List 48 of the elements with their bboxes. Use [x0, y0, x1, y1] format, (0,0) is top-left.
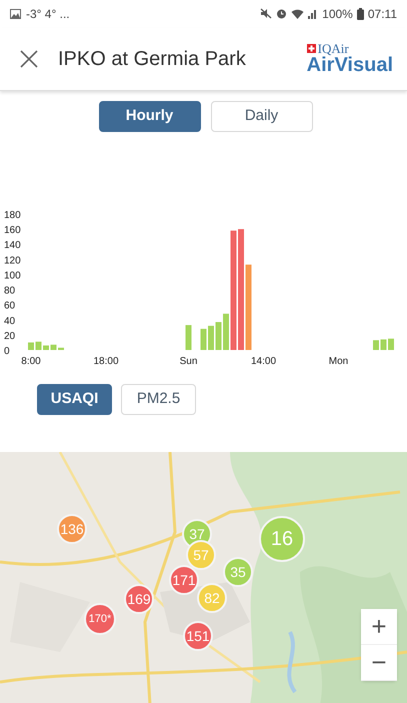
close-button[interactable] [18, 48, 40, 70]
brand-name: AirVisual [306, 55, 393, 76]
tab[interactable]: USAQI [37, 384, 112, 416]
tab[interactable]: Daily [210, 101, 312, 132]
axis-label: Sun [180, 356, 198, 368]
axis-label: 180 [4, 210, 21, 222]
tab[interactable]: Hourly [98, 101, 200, 132]
bar [36, 342, 42, 350]
bar [216, 322, 222, 350]
axis-label: 40 [4, 316, 16, 327]
battery-icon [356, 8, 364, 20]
bar [373, 340, 379, 350]
bar [186, 325, 192, 350]
axis-label: Mon [328, 356, 348, 368]
signal-icon [308, 8, 318, 20]
station-title: IPKO at Germia Park [58, 46, 247, 72]
axis-label: 120 [4, 256, 21, 267]
axis-label: 8:00 [21, 356, 41, 368]
clock-text: 07:11 [368, 6, 397, 23]
bar [28, 342, 34, 350]
tab[interactable]: PM2.5 [121, 384, 196, 416]
battery-percent: 100% [322, 6, 353, 23]
weather-text: -3° 4° ... [26, 6, 70, 23]
axis-label: 60 [4, 300, 16, 312]
alarm-icon [276, 8, 288, 20]
axis-label: 80 [4, 286, 16, 297]
brand-subtitle: IQAir [318, 42, 349, 56]
bar [208, 326, 214, 350]
mute-icon [260, 8, 272, 20]
wifi-icon [291, 8, 304, 20]
axis-label: 18:00 [93, 356, 119, 368]
axis-label: 14:00 [250, 356, 276, 368]
zoom-button[interactable]: + [361, 609, 397, 646]
bar [388, 338, 394, 350]
axis-label: 100 [4, 270, 21, 282]
axis-label: 160 [4, 225, 21, 236]
bar [200, 329, 206, 350]
zoom-button[interactable]: − [361, 645, 397, 682]
bar [380, 340, 386, 350]
axis-label: 20 [4, 331, 16, 342]
bar [50, 344, 56, 350]
swiss-cross-icon [306, 44, 316, 54]
image-icon [10, 8, 21, 19]
bar [223, 314, 229, 350]
axis-label: 140 [4, 240, 21, 252]
axis-label: 0 [4, 346, 10, 358]
bar [43, 346, 49, 350]
bar [58, 348, 64, 350]
